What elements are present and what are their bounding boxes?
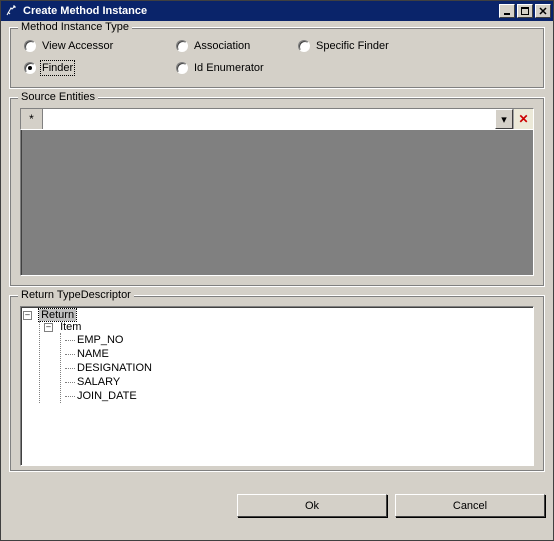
radio-specific-finder[interactable]: Specific Finder xyxy=(298,40,438,52)
radio-icon xyxy=(298,40,310,52)
radio-finder[interactable]: Finder xyxy=(24,62,174,74)
maximize-button[interactable] xyxy=(517,4,533,18)
radio-label: View Accessor xyxy=(42,40,113,52)
return-typedescriptor-group: Return TypeDescriptor – Return – Item EM… xyxy=(9,295,545,472)
radio-icon xyxy=(24,62,36,74)
ok-button[interactable]: Ok xyxy=(237,494,387,517)
source-entity-input[interactable] xyxy=(43,109,495,129)
return-typedescriptor-legend: Return TypeDescriptor xyxy=(18,289,134,301)
radio-label: Specific Finder xyxy=(316,40,389,52)
title-bar: Create Method Instance xyxy=(1,1,553,21)
radio-label: Finder xyxy=(42,62,73,74)
expand-toggle[interactable]: – xyxy=(44,323,53,332)
source-entities-group: Source Entities * ▾ ✕ xyxy=(9,97,545,287)
tree-leaf[interactable]: DESIGNATION xyxy=(65,361,531,375)
source-entity-dropdown[interactable]: ▾ xyxy=(495,109,513,129)
radio-association[interactable]: Association xyxy=(176,40,296,52)
tree-leaf[interactable]: NAME xyxy=(65,347,531,361)
tree-node-label[interactable]: Return xyxy=(39,309,76,321)
radio-icon xyxy=(24,40,36,52)
tree-leaf[interactable]: SALARY xyxy=(65,375,531,389)
tree-leaf-label: EMP_NO xyxy=(77,334,123,346)
radio-id-enumerator[interactable]: Id Enumerator xyxy=(176,62,296,74)
tree-node-item[interactable]: – Item EMP_NO NAME DESIGNATION SALARY JO… xyxy=(44,321,531,403)
tree-leaf[interactable]: JOIN_DATE xyxy=(65,389,531,403)
return-tree[interactable]: – Return – Item EMP_NO NAME DESIGNATION … xyxy=(20,306,534,466)
source-entities-legend: Source Entities xyxy=(18,91,98,103)
tree-leaf-label: JOIN_DATE xyxy=(77,390,137,402)
method-instance-type-legend: Method Instance Type xyxy=(18,21,132,33)
chevron-down-icon: ▾ xyxy=(501,113,507,126)
tree-node-label[interactable]: Item xyxy=(60,321,81,333)
window-title: Create Method Instance xyxy=(23,5,497,17)
source-entities-grid xyxy=(20,130,534,276)
radio-view-accessor[interactable]: View Accessor xyxy=(24,40,174,52)
tree-leaf[interactable]: EMP_NO xyxy=(65,333,531,347)
window-icon xyxy=(5,4,19,18)
expand-toggle[interactable]: – xyxy=(23,311,32,320)
tree-leaf-label: SALARY xyxy=(77,376,120,388)
radio-icon xyxy=(176,40,188,52)
tree-leaf-label: NAME xyxy=(77,348,109,360)
source-entity-delete-button[interactable]: ✕ xyxy=(513,109,533,129)
radio-label: Association xyxy=(194,40,250,52)
source-entities-new-row: * ▾ ✕ xyxy=(20,108,534,130)
new-row-marker: * xyxy=(21,109,43,129)
radio-icon xyxy=(176,62,188,74)
close-button[interactable] xyxy=(535,4,551,18)
delete-icon: ✕ xyxy=(518,112,528,126)
tree-node-return[interactable]: – Return – Item EMP_NO NAME DESIGNATION … xyxy=(23,309,531,403)
method-instance-type-group: Method Instance Type View Accessor Assoc… xyxy=(9,27,545,89)
dialog-buttons: Ok Cancel xyxy=(1,488,553,525)
minimize-button[interactable] xyxy=(499,4,515,18)
radio-label: Id Enumerator xyxy=(194,62,264,74)
window-controls xyxy=(497,4,551,18)
tree-leaf-label: DESIGNATION xyxy=(77,362,152,374)
cancel-button[interactable]: Cancel xyxy=(395,494,545,517)
